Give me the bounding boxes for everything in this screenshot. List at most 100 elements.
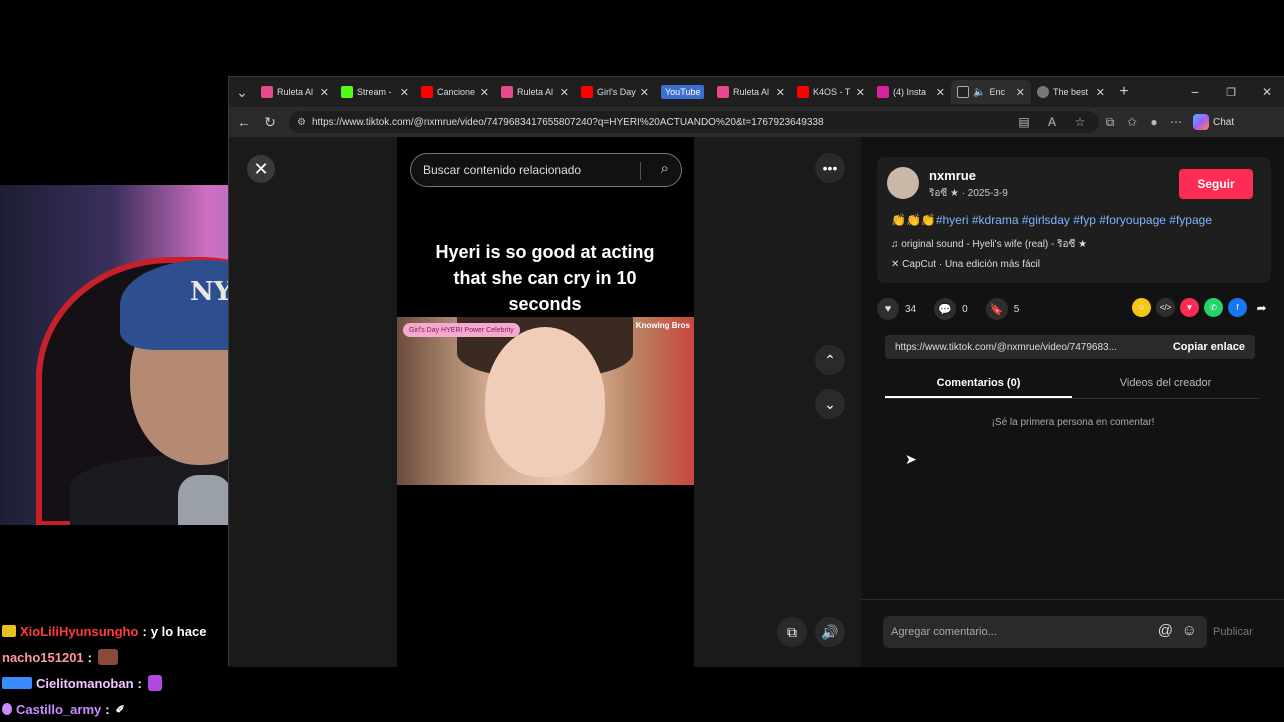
browser-window: ⌄ Ruleta Al ✕ Stream - ✕ Cancione ✕ Ruleta … — [228, 76, 1284, 667]
favorite-star-icon[interactable]: ☆ — [1069, 115, 1091, 129]
related-search-input[interactable]: Buscar contenido relacionado ⌕ — [410, 153, 682, 187]
comment-placeholder: Agregar comentario... — [891, 626, 997, 638]
browser-tab[interactable]: K4OS - T ✕ — [791, 80, 871, 104]
site-info-icon[interactable]: ⚙ — [297, 117, 306, 128]
browser-tab[interactable]: Ruleta Al ✕ — [711, 80, 791, 104]
chat-message: nacho151201 : — [2, 644, 262, 670]
chat-username[interactable]: Castillo_army — [16, 702, 101, 717]
translate-icon[interactable]: A — [1041, 115, 1063, 129]
send-icon[interactable]: ▼ — [1180, 298, 1199, 317]
video-person-face — [485, 327, 605, 477]
video-frame: Girl's Day HYERI Power Celebrity Knowing… — [397, 317, 694, 485]
close-tab-icon[interactable]: ✕ — [1016, 86, 1025, 99]
address-bar-row: ← ↻ ⚙ https://www.tiktok.com/@nxmrue/vid… — [229, 107, 1284, 137]
chat-separator: : — [105, 701, 110, 717]
action-row: ♥ 34 💬 0 🔖 5 ☺ </> ▼ ✆ f ➦ — [877, 297, 1271, 321]
close-tab-icon[interactable]: ✕ — [560, 86, 569, 99]
original-sound-link[interactable]: ♫ original sound - Hyeli's wife (real) -… — [891, 237, 1087, 252]
floating-player-icon[interactable]: ⧉ — [777, 617, 807, 647]
close-tab-icon[interactable]: ✕ — [640, 86, 649, 99]
microphone — [178, 475, 232, 525]
copy-link-button[interactable]: Copiar enlace — [1163, 341, 1255, 353]
chat-username[interactable]: XioLiliHyunsungho — [20, 624, 138, 639]
embed-icon[interactable]: </> — [1156, 298, 1175, 317]
browser-tab[interactable]: (4) Insta ✕ — [871, 80, 951, 104]
save-button[interactable]: 🔖 5 — [985, 298, 1019, 320]
url-field[interactable]: ⚙ https://www.tiktok.com/@nxmrue/video/7… — [289, 111, 1099, 133]
tab-label: Ruleta Al — [277, 87, 314, 97]
mention-icon[interactable]: @ — [1158, 622, 1173, 639]
close-tab-icon[interactable]: ✕ — [936, 86, 945, 99]
close-window-button[interactable]: ✕ — [1249, 85, 1284, 99]
chat-text: y lo hace — [150, 623, 207, 639]
tab-list-chevron-icon[interactable]: ⌄ — [229, 84, 255, 101]
close-video-button[interactable]: ✕ — [247, 155, 275, 183]
close-tab-icon[interactable]: ✕ — [776, 86, 785, 99]
tab-label: Girl's Day — [597, 87, 636, 97]
close-tab-icon[interactable]: ✕ — [480, 86, 489, 99]
restore-button[interactable]: ❐ — [1213, 86, 1249, 99]
previous-video-chevron-up-icon[interactable]: ⌃ — [815, 345, 845, 375]
hashtags[interactable]: 👏👏👏#hyeri #kdrama #girlsday #fyp #foryou… — [891, 213, 1212, 227]
next-video-chevron-down-icon[interactable]: ⌄ — [815, 389, 845, 419]
browser-tab[interactable]: Cancione ✕ — [415, 80, 495, 104]
browser-tab[interactable]: Ruleta Al ✕ — [495, 80, 575, 104]
video-pane: ✕ Buscar contenido relacionado ⌕ Hyeri i… — [229, 137, 861, 667]
whatsapp-icon[interactable]: ✆ — [1204, 298, 1223, 317]
tab-label: Ruleta Al — [733, 87, 770, 97]
site-favicon-icon — [1037, 86, 1049, 98]
avatar[interactable] — [887, 167, 919, 199]
kick-favicon-icon — [341, 86, 353, 98]
tab-label: (4) Insta — [893, 87, 927, 97]
share-arrow-icon[interactable]: ➦ — [1252, 298, 1271, 317]
close-tab-icon[interactable]: ✕ — [400, 86, 409, 99]
back-arrow-icon[interactable]: ← — [231, 114, 257, 130]
tab-comments[interactable]: Comentarios (0) — [885, 371, 1072, 398]
browser-tab[interactable]: Ruleta Al ✕ — [255, 80, 335, 104]
follow-button[interactable]: Seguir — [1179, 169, 1253, 199]
username[interactable]: nxmrue — [929, 168, 976, 183]
tab-creator-videos[interactable]: Videos del creador — [1072, 371, 1259, 398]
search-placeholder: Buscar contenido relacionado — [423, 163, 582, 177]
browser-tab[interactable]: Girl's Day ✕ — [575, 80, 655, 104]
tab-label: The best — [1053, 87, 1089, 97]
chat-username[interactable]: nacho151201 — [2, 650, 84, 665]
browser-tab[interactable]: Stream - ✕ — [335, 80, 415, 104]
extensions-icon[interactable]: ⧉ — [1099, 115, 1121, 130]
video-caption: Hyeri is so good at acting that she can … — [435, 242, 655, 314]
browser-tab-active[interactable]: 🔈 Enc ✕ — [951, 80, 1031, 104]
publish-button[interactable]: Publicar — [1213, 626, 1253, 638]
close-tab-icon[interactable]: ✕ — [856, 86, 865, 99]
comment-button[interactable]: 💬 0 — [934, 298, 968, 320]
minimize-button[interactable]: − — [1177, 84, 1213, 100]
volume-icon[interactable]: 🔊 — [815, 617, 845, 647]
chat-message: Castillo_army : ✐ — [2, 696, 262, 722]
browser-tab[interactable]: The best ✕ — [1031, 80, 1111, 104]
video-link-text: https://www.tiktok.com/@nxmrue/video/747… — [895, 341, 1117, 353]
facebook-icon[interactable]: f — [1228, 298, 1247, 317]
details-panel: nxmrue ริอซี ★ · 2025-3-9 Seguir 👏👏👏#hye… — [861, 137, 1284, 667]
chat-username[interactable]: Cielitomanoban — [36, 676, 134, 691]
profile-avatar-icon[interactable]: ● — [1143, 115, 1165, 129]
close-tab-icon[interactable]: ✕ — [1096, 86, 1105, 99]
copilot-chat-button[interactable]: Chat — [1193, 114, 1234, 130]
more-options-icon[interactable]: ••• — [815, 153, 845, 183]
browser-tab[interactable]: YouTube — [655, 80, 711, 104]
crown-badge-icon — [2, 625, 16, 637]
new-tab-button[interactable]: + — [1111, 83, 1137, 101]
more-menu-icon[interactable]: ⋯ — [1165, 115, 1187, 129]
close-tab-icon[interactable]: ✕ — [320, 86, 329, 99]
tab-label: YouTube — [661, 85, 705, 99]
search-icon[interactable]: ⌕ — [661, 160, 669, 177]
chat-separator: : — [142, 623, 147, 639]
empty-comments-message: ¡Sé la primera persona en comentar! — [991, 417, 1155, 428]
capcut-link[interactable]: ✕ CapCut · Una edición más fácil — [891, 259, 1040, 270]
emoji-share-icon[interactable]: ☺ — [1132, 298, 1151, 317]
reader-icon[interactable]: ▤ — [1013, 115, 1035, 129]
refresh-icon[interactable]: ↻ — [257, 114, 283, 131]
search-divider — [640, 162, 641, 180]
comment-input[interactable]: Agregar comentario... @ ☺ — [883, 616, 1207, 648]
like-button[interactable]: ♥ 34 — [877, 298, 916, 320]
favorites-icon[interactable]: ✩ — [1121, 115, 1143, 129]
emoji-icon[interactable]: ☺ — [1182, 622, 1197, 639]
